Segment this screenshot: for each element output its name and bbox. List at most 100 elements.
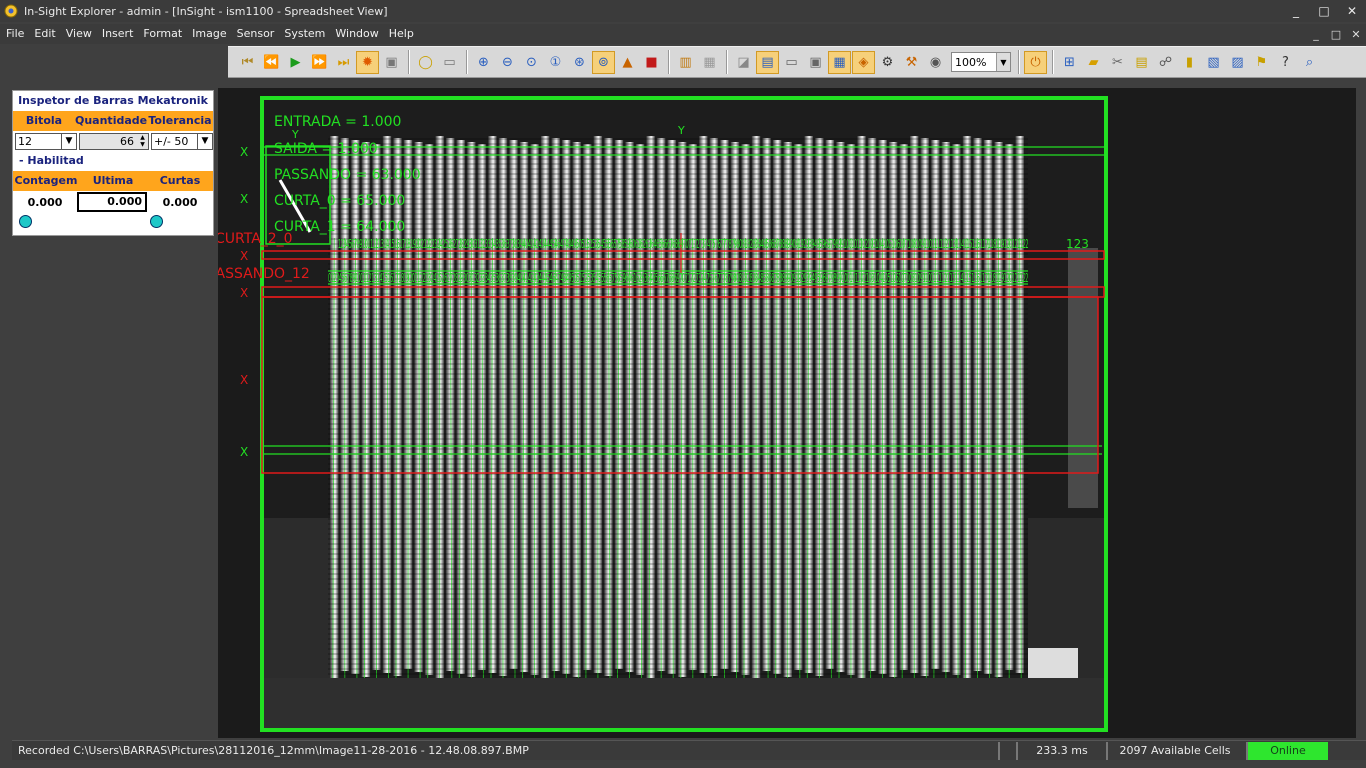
menu-insert[interactable]: Insert — [97, 24, 139, 44]
menu-window[interactable]: Window — [330, 24, 383, 44]
spreadsheet-icon[interactable]: ▤ — [756, 50, 779, 74]
results-row: 0.000 0.000 0.000 — [13, 191, 213, 213]
axis-y-label: Y — [677, 124, 685, 137]
custom-view-icon[interactable]: ▭ — [780, 51, 803, 74]
light-reflection — [1028, 648, 1078, 678]
fast-forward-icon[interactable]: ⏩ — [308, 51, 331, 74]
graphics-icon[interactable]: ◪ — [732, 51, 755, 74]
recorded-path: Recorded C:\Users\BARRAS\Pictures\281120… — [18, 743, 529, 757]
habilitado-label: - Habilitad — [19, 154, 84, 167]
power-icon[interactable]: ⏻ — [1024, 50, 1047, 74]
panel-header-row: Bitola Quantidade Tolerancia — [13, 111, 213, 131]
document-icon[interactable]: ▤ — [1130, 51, 1153, 74]
camera-icon[interactable]: ▭ — [438, 51, 461, 74]
header-tolerancia: Tolerancia — [148, 114, 212, 127]
menu-format[interactable]: Format — [138, 24, 187, 44]
tolerancia-value: +/- 50 — [154, 134, 189, 148]
zoom-select[interactable]: 100% ▼ — [951, 52, 1011, 72]
flag-icon[interactable]: ⚑ — [1250, 51, 1273, 74]
result-curta-0: CURTA_0 = 65.000 — [274, 193, 405, 209]
menu-sensor[interactable]: Sensor — [232, 24, 280, 44]
axis-x-label: X — [240, 286, 248, 300]
menu-file[interactable]: File — [0, 24, 29, 44]
bitola-select[interactable]: 12 ▼ — [15, 132, 77, 150]
network-icon[interactable]: ☍ — [1154, 51, 1177, 74]
calibrate-icon[interactable]: ◉ — [924, 51, 947, 74]
add-sensor-icon[interactable]: ⊞ — [1058, 51, 1081, 74]
zoom-value: 100% — [955, 55, 987, 69]
last-icon[interactable]: ⏭ — [332, 51, 355, 74]
toolbar-separator — [668, 50, 670, 74]
zoom-in-icon[interactable]: ⊕ — [472, 51, 495, 74]
spin-arrows-icon[interactable]: ▲ ▼ — [137, 134, 148, 149]
zoom-fit-icon[interactable]: ⊙ — [520, 51, 543, 74]
quantidade-stepper[interactable]: 66 ▲ ▼ — [79, 132, 149, 150]
header-ultima: Ultima — [92, 174, 134, 187]
bitola-value: 12 — [18, 134, 32, 148]
inputs-row: 12 ▼ 66 ▲ ▼ +/- 50 ▼ — [13, 131, 213, 151]
menu-system[interactable]: System — [279, 24, 330, 44]
header-bitola: Bitola — [25, 114, 63, 127]
title-bar: In-Sight Explorer - admin - [InSight - i… — [0, 0, 1366, 22]
job-icon[interactable]: ▧ — [1202, 51, 1225, 74]
status-led-contagem — [19, 214, 32, 228]
camera-image[interactable]: X X X X X X Y Y 123456789101112131415161… — [218, 88, 1356, 738]
zoom-out-icon[interactable]: ⊖ — [496, 51, 519, 74]
bar-rib-texture — [328, 136, 1028, 678]
image-display[interactable]: X X X X X X Y Y 123456789101112131415161… — [218, 88, 1356, 738]
zoom-fill-icon[interactable]: ⊚ — [592, 50, 615, 74]
minimize-button[interactable]: _ — [1282, 0, 1310, 22]
header-contagem: Contagem — [14, 174, 78, 187]
notepad-icon[interactable]: ▮ — [1178, 51, 1201, 74]
led-row — [13, 213, 213, 229]
toolbar-separator — [1052, 50, 1054, 74]
stack-icon[interactable]: ▥ — [674, 51, 697, 74]
axis-x-label: X — [240, 145, 248, 159]
window-title: In-Sight Explorer - admin - [InSight - i… — [24, 4, 388, 18]
menu-bar: File Edit View Insert Format Image Senso… — [0, 24, 1366, 44]
zoom-1-icon[interactable]: ① — [544, 51, 567, 74]
header-quantidade: Quantidade — [75, 114, 148, 127]
menu-image[interactable]: Image — [187, 24, 231, 44]
quantidade-value: 66 — [120, 134, 134, 148]
status-led-curtas — [150, 214, 163, 228]
edge-count-label: 123 — [1066, 237, 1089, 251]
rewind-icon[interactable]: ⏪ — [260, 51, 283, 74]
play-icon[interactable]: ▶ — [284, 51, 307, 74]
grid-icon[interactable]: ▦ — [698, 51, 721, 74]
first-icon[interactable]: ⏮ — [236, 51, 259, 74]
table-icon[interactable]: ▦ — [828, 50, 851, 74]
menu-help[interactable]: Help — [384, 24, 419, 44]
status-spacer — [998, 741, 1016, 760]
window-icon[interactable]: ▣ — [804, 51, 827, 74]
overlay-icon[interactable]: ◈ — [852, 50, 875, 74]
toolbar-separator — [726, 50, 728, 74]
online-status-badge[interactable]: Online — [1246, 741, 1328, 760]
close-button[interactable]: ✕ — [1338, 0, 1366, 22]
mdi-close-button[interactable]: ✕ — [1346, 24, 1366, 44]
image-icon[interactable]: ▲ — [616, 51, 639, 74]
color-image-icon[interactable]: ■ — [640, 51, 663, 74]
job-save-icon[interactable]: ▨ — [1226, 51, 1249, 74]
zoom-window-icon[interactable]: ⊛ — [568, 51, 591, 74]
available-cells: 2097 Available Cells — [1106, 741, 1242, 760]
mdi-restore-button[interactable]: □ — [1326, 24, 1346, 44]
sensor-icon[interactable]: ⚙ — [876, 51, 899, 74]
red-label-passando: PASSANDO_12 — [218, 266, 310, 282]
menu-edit[interactable]: Edit — [29, 24, 60, 44]
header-curtas: Curtas — [159, 174, 201, 187]
record-icon[interactable]: ▣ — [380, 51, 403, 74]
search-icon[interactable]: ⌕ — [1298, 51, 1321, 74]
settings-icon[interactable]: ⚒ — [900, 51, 923, 74]
help-icon[interactable]: ? — [1274, 51, 1297, 74]
menu-view[interactable]: View — [61, 24, 97, 44]
tools-icon[interactable]: ✂ — [1106, 51, 1129, 74]
mdi-minimize-button[interactable]: _ — [1306, 24, 1326, 44]
panel-title: Inspetor de Barras Mekatronik — [18, 94, 208, 107]
tolerancia-select[interactable]: +/- 50 ▼ — [151, 132, 213, 150]
live-video-icon[interactable]: ✹ — [356, 50, 379, 74]
circle-icon[interactable]: ◯ — [414, 51, 437, 74]
open-folder-icon[interactable]: ▰ — [1082, 51, 1105, 74]
edge-index-row-2: 0123456789101112131415161718192021222324… — [328, 271, 1028, 285]
maximize-button[interactable]: □ — [1310, 0, 1338, 22]
